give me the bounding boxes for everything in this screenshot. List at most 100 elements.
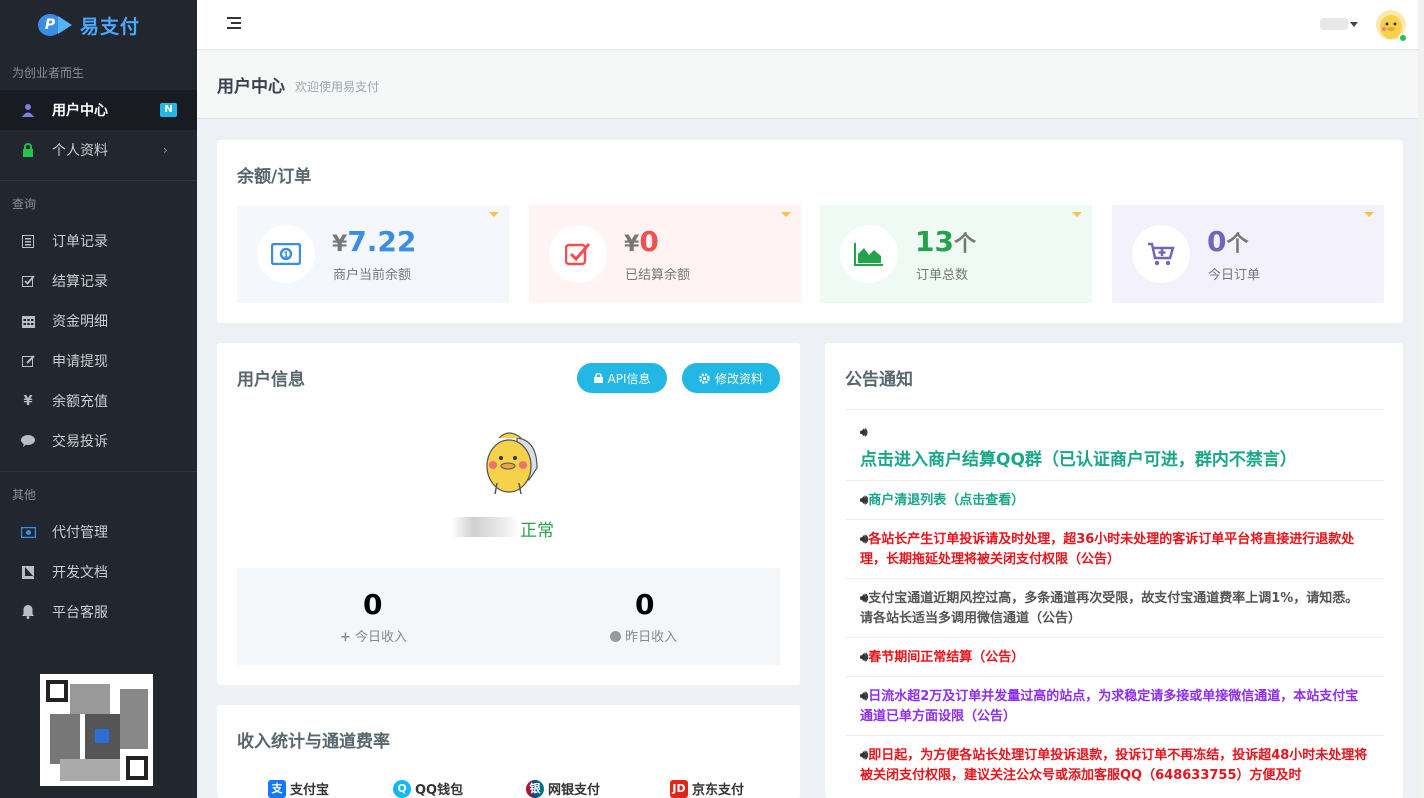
- stat-label: 已结算余额: [625, 268, 691, 283]
- user-avatar: [479, 428, 543, 496]
- clock-icon: [610, 631, 621, 642]
- qr-code-image: [40, 674, 153, 786]
- yesterday-income-value: 0: [635, 588, 655, 621]
- stat-balance[interactable]: 1 ¥7.22 商户当前余额: [237, 205, 509, 303]
- page-title: 用户中心: [217, 77, 285, 97]
- sidebar-item-label: 订单记录: [52, 234, 108, 250]
- panel-title: 公告通知: [845, 370, 913, 390]
- stat-today-orders[interactable]: 0个 今日订单: [1112, 205, 1384, 303]
- cart-plus-icon: [1132, 225, 1190, 283]
- sidebar-item-settlements[interactable]: 结算记录: [0, 261, 197, 301]
- lock-icon: [20, 142, 36, 158]
- stat-label: 今日订单: [1208, 268, 1261, 283]
- menu-toggle-icon[interactable]: [227, 17, 241, 29]
- qq-icon: Q: [393, 779, 411, 798]
- stat-value: 0个: [1207, 225, 1249, 258]
- sidebar-item-label: 申请提现: [52, 354, 108, 370]
- edit-icon: [20, 353, 36, 369]
- jd-icon: JD: [670, 779, 688, 798]
- notice-qq-group[interactable]: 🔊︎ 点击进入商户结算QQ群（已认证商户可进，群内不禁言）: [845, 409, 1384, 480]
- sidebar-item-withdraw[interactable]: 申请提现: [0, 341, 197, 381]
- panel-title: 收入统计与通道费率: [237, 732, 390, 752]
- stat-settled[interactable]: ¥0 已结算余额: [529, 205, 801, 303]
- stat-value: ¥7.22: [332, 225, 417, 258]
- api-info-button[interactable]: API信息: [577, 363, 667, 393]
- corner-triangle-icon: [781, 212, 791, 217]
- list-item[interactable]: 🔊︎即日起，为方便各站长处理订单投诉退款，投诉订单不再冻结，投诉超48小时未处理…: [845, 735, 1384, 794]
- volume-icon: 🔊︎: [860, 591, 869, 606]
- volume-icon: 🔊︎: [860, 493, 869, 508]
- sidebar-item-complaints[interactable]: 交易投诉: [0, 421, 197, 461]
- money-icon: 1: [257, 225, 315, 283]
- today-income-label: + 今日收入: [340, 630, 408, 645]
- book-icon: [20, 564, 36, 580]
- volume-icon: 🔊︎: [860, 425, 868, 439]
- corner-triangle-icon: [489, 212, 499, 217]
- bell-icon: [20, 604, 36, 620]
- user-name-menu[interactable]: [1320, 18, 1348, 30]
- volume-icon: 🔊︎: [860, 689, 869, 704]
- balance-panel: 余额/订单 1 ¥7.22 商户当前余额 ¥0 已结算余额 13个 订单总数 0…: [217, 140, 1403, 323]
- list-item[interactable]: 🔊︎商户清退列表（点击查看）: [845, 480, 1384, 519]
- yesterday-income-label: 昨日收入: [610, 626, 677, 645]
- sidebar-item-docs[interactable]: 开发文档: [0, 552, 197, 592]
- list-item[interactable]: 🔊︎支付宝通道近期风控过高，多条通道再次受限，故支付宝通道费率上调1%，请知悉。…: [845, 578, 1384, 637]
- sidebar-item-label: 用户中心: [52, 103, 108, 119]
- sidebar-item-label: 资金明细: [52, 314, 108, 330]
- panel-title: 余额/订单: [237, 167, 312, 187]
- stat-value: ¥0: [624, 225, 659, 258]
- panel-title: 用户信息: [237, 370, 305, 390]
- checkbox-icon: [20, 273, 36, 289]
- sidebar-item-support[interactable]: 平台客服: [0, 592, 197, 632]
- user-icon: [20, 102, 36, 118]
- sidebar-slogan: 为创业者而生: [12, 66, 85, 80]
- alipay-icon: 支: [268, 779, 286, 798]
- account-status: 正常: [520, 521, 554, 541]
- sidebar-section-query: 查询: [12, 197, 37, 211]
- stat-total-orders[interactable]: 13个 订单总数: [820, 205, 1092, 303]
- brand-name: 易支付: [80, 15, 141, 38]
- comments-icon: [20, 433, 36, 449]
- caret-down-icon[interactable]: [1350, 22, 1358, 27]
- today-income-value: 0: [363, 588, 383, 621]
- calendar-icon: [20, 313, 36, 329]
- sidebar: P 易支付 为创业者而生 用户中心 N 个人资料 › 查询 订单记录 结算记录: [0, 0, 197, 798]
- stat-value: 13个: [915, 225, 976, 258]
- yen-icon: ¥: [23, 393, 33, 409]
- stat-label: 订单总数: [916, 268, 969, 283]
- sidebar-item-funds[interactable]: 资金明细: [0, 301, 197, 341]
- sidebar-item-recharge[interactable]: ¥ 余额充值: [0, 381, 197, 421]
- edit-profile-button[interactable]: 修改资料: [682, 363, 780, 393]
- list-item[interactable]: 🔊︎各站长产生订单投诉请及时处理，超36小时未处理的客诉订单平台将直接进行退款处…: [845, 519, 1384, 578]
- sidebar-item-label: 开发文档: [52, 565, 108, 581]
- list-item[interactable]: 🔊︎春节期间正常结算（公告）: [845, 637, 1384, 676]
- corner-triangle-icon: [1072, 212, 1082, 217]
- channel-alipay: 支 支付宝: [268, 779, 329, 798]
- svg-text:1: 1: [283, 251, 289, 260]
- list-icon: [20, 233, 36, 249]
- list-item[interactable]: 🔊︎日流水超2万及订单并发量过高的站点，为求稳定请多接或单接微信通道，本站支付宝…: [845, 676, 1384, 735]
- income-summary: 0 + 今日收入 0 昨日收入: [237, 568, 780, 665]
- sidebar-item-user-center[interactable]: 用户中心 N: [0, 90, 197, 130]
- channel-qq: Q QQ钱包: [393, 779, 463, 798]
- unionpay-icon: 银: [526, 779, 544, 798]
- income-rates-panel: 收入统计与通道费率 支 支付宝 Q QQ钱包 银 网银支付 JD 京东支付: [217, 705, 800, 798]
- sidebar-item-profile[interactable]: 个人资料 ›: [0, 130, 197, 170]
- area-chart-icon: [840, 225, 898, 283]
- page-header: 用户中心 欢迎使用易支付: [197, 51, 1418, 119]
- stat-label: 商户当前余额: [333, 268, 412, 283]
- sidebar-item-label: 结算记录: [52, 274, 108, 290]
- brand-logo[interactable]: P 易支付: [0, 0, 197, 50]
- page-scrollbar[interactable]: [1418, 0, 1424, 798]
- checkbox-icon: [549, 225, 607, 283]
- page-subtitle: 欢迎使用易支付: [295, 79, 380, 94]
- top-navbar: [197, 0, 1424, 50]
- new-badge: N: [160, 103, 177, 117]
- sidebar-item-label: 余额充值: [52, 394, 108, 410]
- gear-icon: [699, 372, 710, 384]
- sidebar-item-label: 平台客服: [52, 605, 108, 621]
- sidebar-item-label: 交易投诉: [52, 434, 108, 450]
- user-name-blurred: [451, 517, 519, 537]
- sidebar-item-payout[interactable]: 代付管理: [0, 512, 197, 552]
- sidebar-item-orders[interactable]: 订单记录: [0, 221, 197, 261]
